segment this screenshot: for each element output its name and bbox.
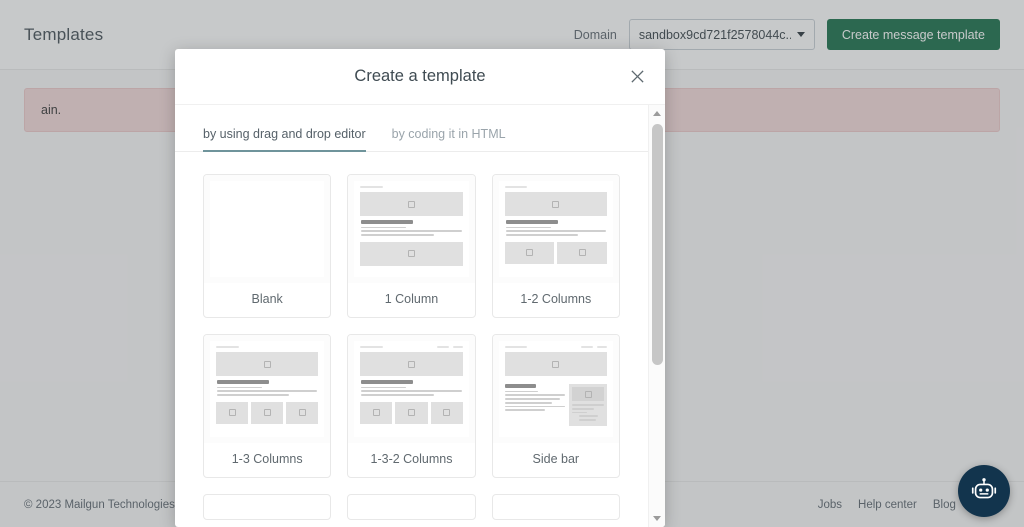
template-card-label: 1-2 Columns xyxy=(520,292,592,306)
template-card-label: Side bar xyxy=(532,452,580,466)
template-card-label: 1-3 Columns xyxy=(231,452,303,466)
template-thumbnail-1-2-columns xyxy=(492,175,619,283)
tab-coding-in-html[interactable]: by coding it in HTML xyxy=(392,127,506,152)
template-thumbnail-1-3-columns xyxy=(204,335,331,443)
template-mode-tabs: by using drag and drop editor by coding … xyxy=(175,105,648,152)
robot-icon xyxy=(971,478,997,499)
close-icon[interactable] xyxy=(625,65,649,89)
template-card-blank[interactable]: Blank xyxy=(203,174,332,318)
app-root: Templates Domain sandbox9cd721f2578044c.… xyxy=(0,0,1024,527)
tab-drag-and-drop-editor[interactable]: by using drag and drop editor xyxy=(203,127,366,152)
scroll-up-icon[interactable] xyxy=(649,105,665,122)
modal-header: Create a template xyxy=(175,49,665,105)
template-card-next-row[interactable] xyxy=(491,494,620,520)
template-card-1-column[interactable]: 1 Column xyxy=(347,174,476,318)
template-card-next-row[interactable] xyxy=(347,494,476,520)
template-card-next-row[interactable] xyxy=(203,494,332,520)
template-thumbnail-blank xyxy=(204,175,331,283)
template-card-1-3-2-columns[interactable]: 1-3-2 Columns xyxy=(347,334,476,478)
create-template-modal: Create a template by using drag and drop… xyxy=(175,49,665,527)
modal-scrollbar[interactable] xyxy=(648,105,665,527)
modal-scroll-area: by using drag and drop editor by coding … xyxy=(175,105,648,527)
chat-widget-button[interactable] xyxy=(958,465,1010,517)
template-thumbnail-side-bar xyxy=(492,335,619,443)
modal-title: Create a template xyxy=(354,67,486,85)
template-card-label: 1-3-2 Columns xyxy=(370,452,453,466)
template-card-side-bar[interactable]: Side bar xyxy=(491,334,620,478)
template-card-label: Blank xyxy=(251,292,283,306)
template-thumbnail-1-column xyxy=(348,175,475,283)
template-card-1-2-columns[interactable]: 1-2 Columns xyxy=(491,174,620,318)
scroll-down-icon[interactable] xyxy=(649,510,665,527)
scrollbar-track[interactable] xyxy=(649,122,665,510)
template-card-grid: Blank 1 Column 1-2 Columns 1-3 Columns 1… xyxy=(175,152,648,527)
template-thumbnail-1-3-2-columns xyxy=(348,335,475,443)
template-card-label: 1 Column xyxy=(384,292,439,306)
scrollbar-thumb[interactable] xyxy=(652,124,663,365)
template-card-1-3-columns[interactable]: 1-3 Columns xyxy=(203,334,332,478)
modal-body: by using drag and drop editor by coding … xyxy=(175,105,665,527)
